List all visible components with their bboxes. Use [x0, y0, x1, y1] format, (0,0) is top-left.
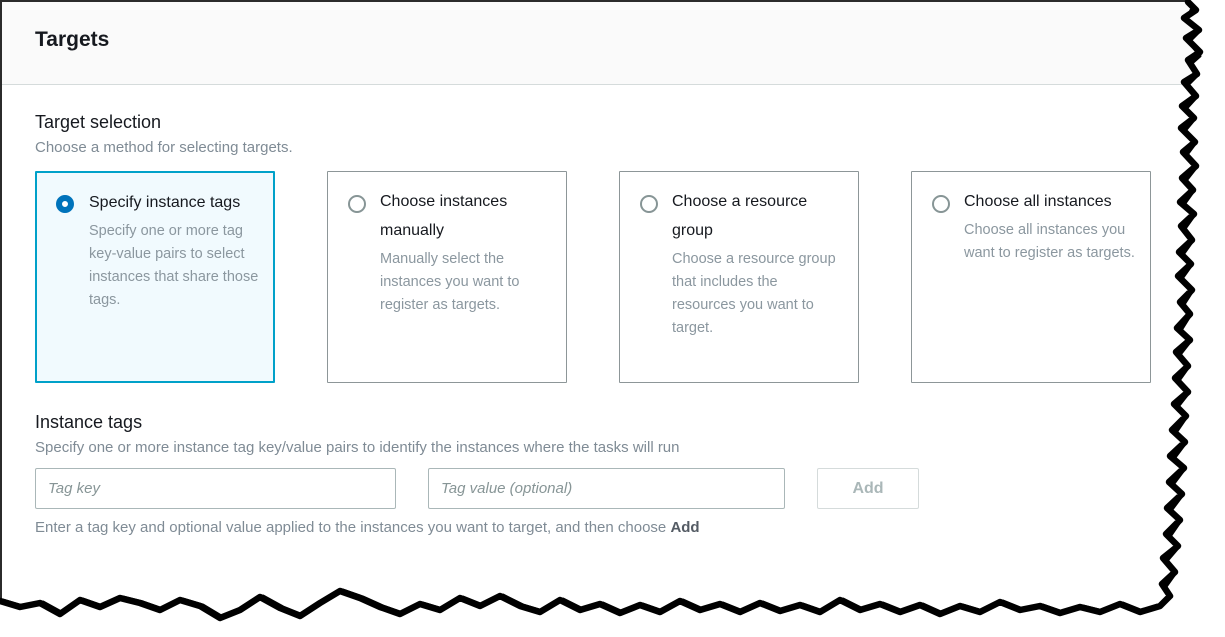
panel-content: Target selection Choose a method for sel… — [35, 85, 1225, 553]
card-text: Specify instance tags Specify one or mor… — [89, 188, 259, 312]
radio-choose-instances-manually[interactable] — [348, 195, 366, 213]
radio-choose-all-instances[interactable] — [932, 195, 950, 213]
card-description: Choose a resource group that includes th… — [672, 248, 844, 340]
card-title: Specify instance tags — [89, 188, 259, 217]
target-selection-cards: Specify instance tags Specify one or mor… — [35, 171, 1225, 383]
card-description: Choose all instances you want to registe… — [964, 219, 1136, 265]
card-choose-resource-group[interactable]: Choose a resource group Choose a resourc… — [619, 171, 859, 383]
targets-header: Targets — [2, 2, 1225, 85]
panel-title: Targets — [35, 28, 109, 52]
tag-value-input[interactable] — [428, 468, 785, 509]
instance-tags-row: Add — [35, 468, 1225, 509]
instance-tags-helper: Enter a tag key and optional value appli… — [35, 518, 1225, 538]
target-selection-subheading: Choose a method for selecting targets. — [35, 138, 1225, 158]
card-text: Choose a resource group Choose a resourc… — [672, 187, 844, 340]
card-title: Choose all instances — [964, 187, 1136, 216]
card-description: Specify one or more tag key-value pairs … — [89, 220, 259, 312]
card-choose-instances-manually[interactable]: Choose instances manually Manually selec… — [327, 171, 567, 383]
card-description: Manually select the instances you want t… — [380, 248, 552, 317]
instance-tags-heading: Instance tags — [35, 410, 1225, 434]
target-selection-heading: Target selection — [35, 110, 1225, 134]
card-choose-all-instances[interactable]: Choose all instances Choose all instance… — [911, 171, 1151, 383]
card-text: Choose instances manually Manually selec… — [380, 187, 552, 317]
instance-tags-subheading: Specify one or more instance tag key/val… — [35, 438, 1225, 458]
radio-specify-instance-tags[interactable] — [56, 195, 74, 213]
add-tag-button[interactable]: Add — [817, 468, 919, 509]
helper-text: Enter a tag key and optional value appli… — [35, 519, 670, 536]
radio-choose-resource-group[interactable] — [640, 195, 658, 213]
card-title: Choose instances manually — [380, 187, 552, 245]
card-specify-instance-tags[interactable]: Specify instance tags Specify one or mor… — [35, 171, 275, 383]
card-title: Choose a resource group — [672, 187, 844, 245]
helper-bold-add: Add — [670, 519, 699, 536]
tag-key-input[interactable] — [35, 468, 396, 509]
card-text: Choose all instances Choose all instance… — [964, 187, 1136, 265]
screenshot-canvas: Targets Target selection Choose a method… — [0, 0, 1225, 637]
